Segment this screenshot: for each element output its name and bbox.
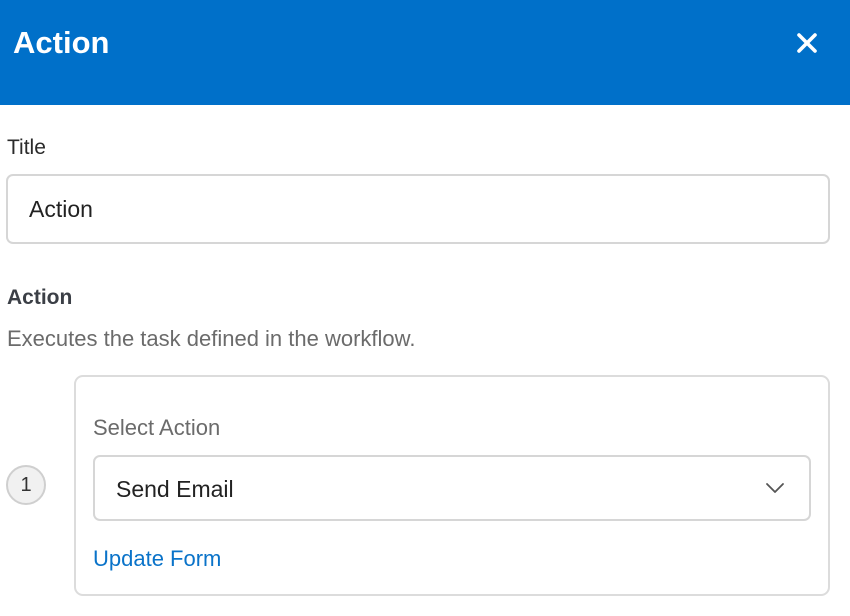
select-action-label: Select Action (93, 415, 221, 440)
close-button[interactable] (788, 24, 826, 62)
step-number-badge: 1 (6, 465, 46, 505)
update-form-link[interactable]: Update Form (93, 545, 221, 573)
action-section-description: Executes the task defined in the workflo… (7, 326, 416, 351)
chevron-down-icon (765, 481, 785, 495)
panel-header: Action (0, 0, 850, 105)
panel-title: Action (13, 25, 110, 60)
title-field-label: Title (7, 136, 46, 159)
select-action-dropdown[interactable]: Send Email (93, 455, 811, 521)
title-input[interactable] (6, 174, 830, 244)
close-icon (797, 33, 817, 53)
selected-action-value: Send Email (116, 476, 234, 502)
action-section-heading: Action (7, 286, 73, 309)
